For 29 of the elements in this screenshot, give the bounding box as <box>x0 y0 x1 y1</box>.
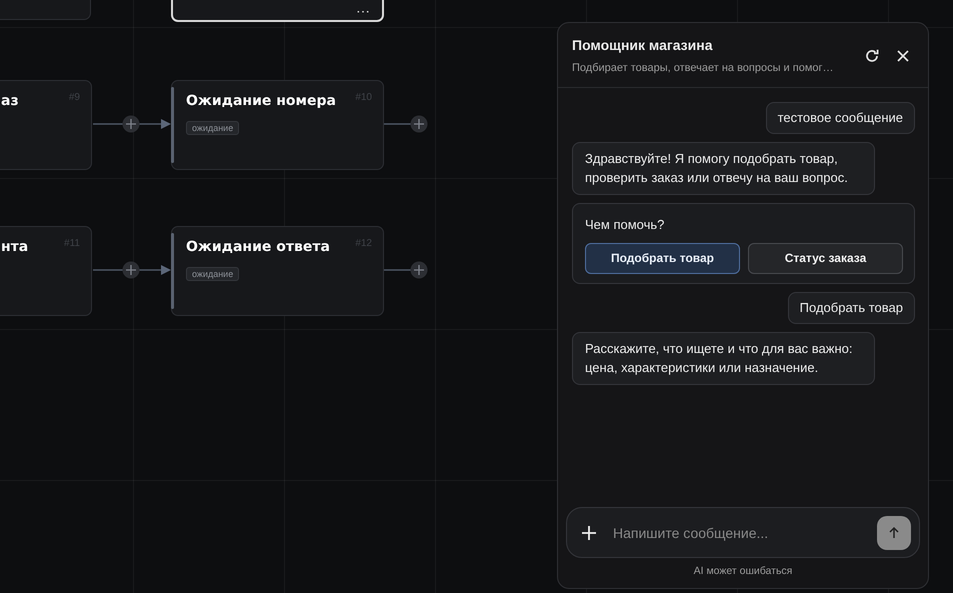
send-button[interactable] <box>877 516 911 550</box>
add-node-icon[interactable] <box>410 115 428 133</box>
disclaimer-text: AI может ошибаться <box>692 564 794 580</box>
add-node-icon[interactable] <box>122 261 140 279</box>
node-title: нта <box>1 238 28 257</box>
flow-node[interactable]: ⋯ <box>171 0 384 22</box>
node-title: аз <box>1 92 19 111</box>
user-message: Подобрать товар <box>788 292 915 324</box>
node-title: Ожидание ответа <box>186 238 330 257</box>
status-tag: ожидание <box>186 121 240 135</box>
refresh-icon[interactable] <box>864 48 880 64</box>
node-title: Ожидание номера <box>186 92 336 111</box>
message-input[interactable]: Напишите сообщение... <box>611 518 867 548</box>
close-icon[interactable] <box>896 48 910 63</box>
message-composer[interactable]: Напишите сообщение... <box>566 507 920 558</box>
choice-question: Чем помочь? <box>585 216 666 234</box>
add-node-icon[interactable] <box>122 115 140 133</box>
assistant-message: Расскажите, что ищете и что для вас важно: цена, характеристики или назначение. <box>572 332 875 385</box>
choice-button[interactable]: Подобрать товар <box>585 242 740 274</box>
assistant-message: Здравствуйте! Я помогу подобрать товар, проверить заказ или отвечу на ваш вопрос. <box>572 142 875 195</box>
add-node-icon[interactable] <box>410 261 428 279</box>
chat-subtitle: Подбирает товары, отвечает на вопросы и помог… <box>572 61 835 76</box>
plus-icon[interactable] <box>581 524 597 541</box>
chat-title: Помощник магазина <box>572 36 714 55</box>
status-tag: ожидание <box>186 267 240 281</box>
choice-button[interactable]: Статус заказа <box>748 242 903 274</box>
arrow-up-icon[interactable] <box>887 526 901 540</box>
user-message: тестовое сообщение <box>766 102 915 134</box>
more-menu[interactable]: ⋯ <box>356 4 370 18</box>
